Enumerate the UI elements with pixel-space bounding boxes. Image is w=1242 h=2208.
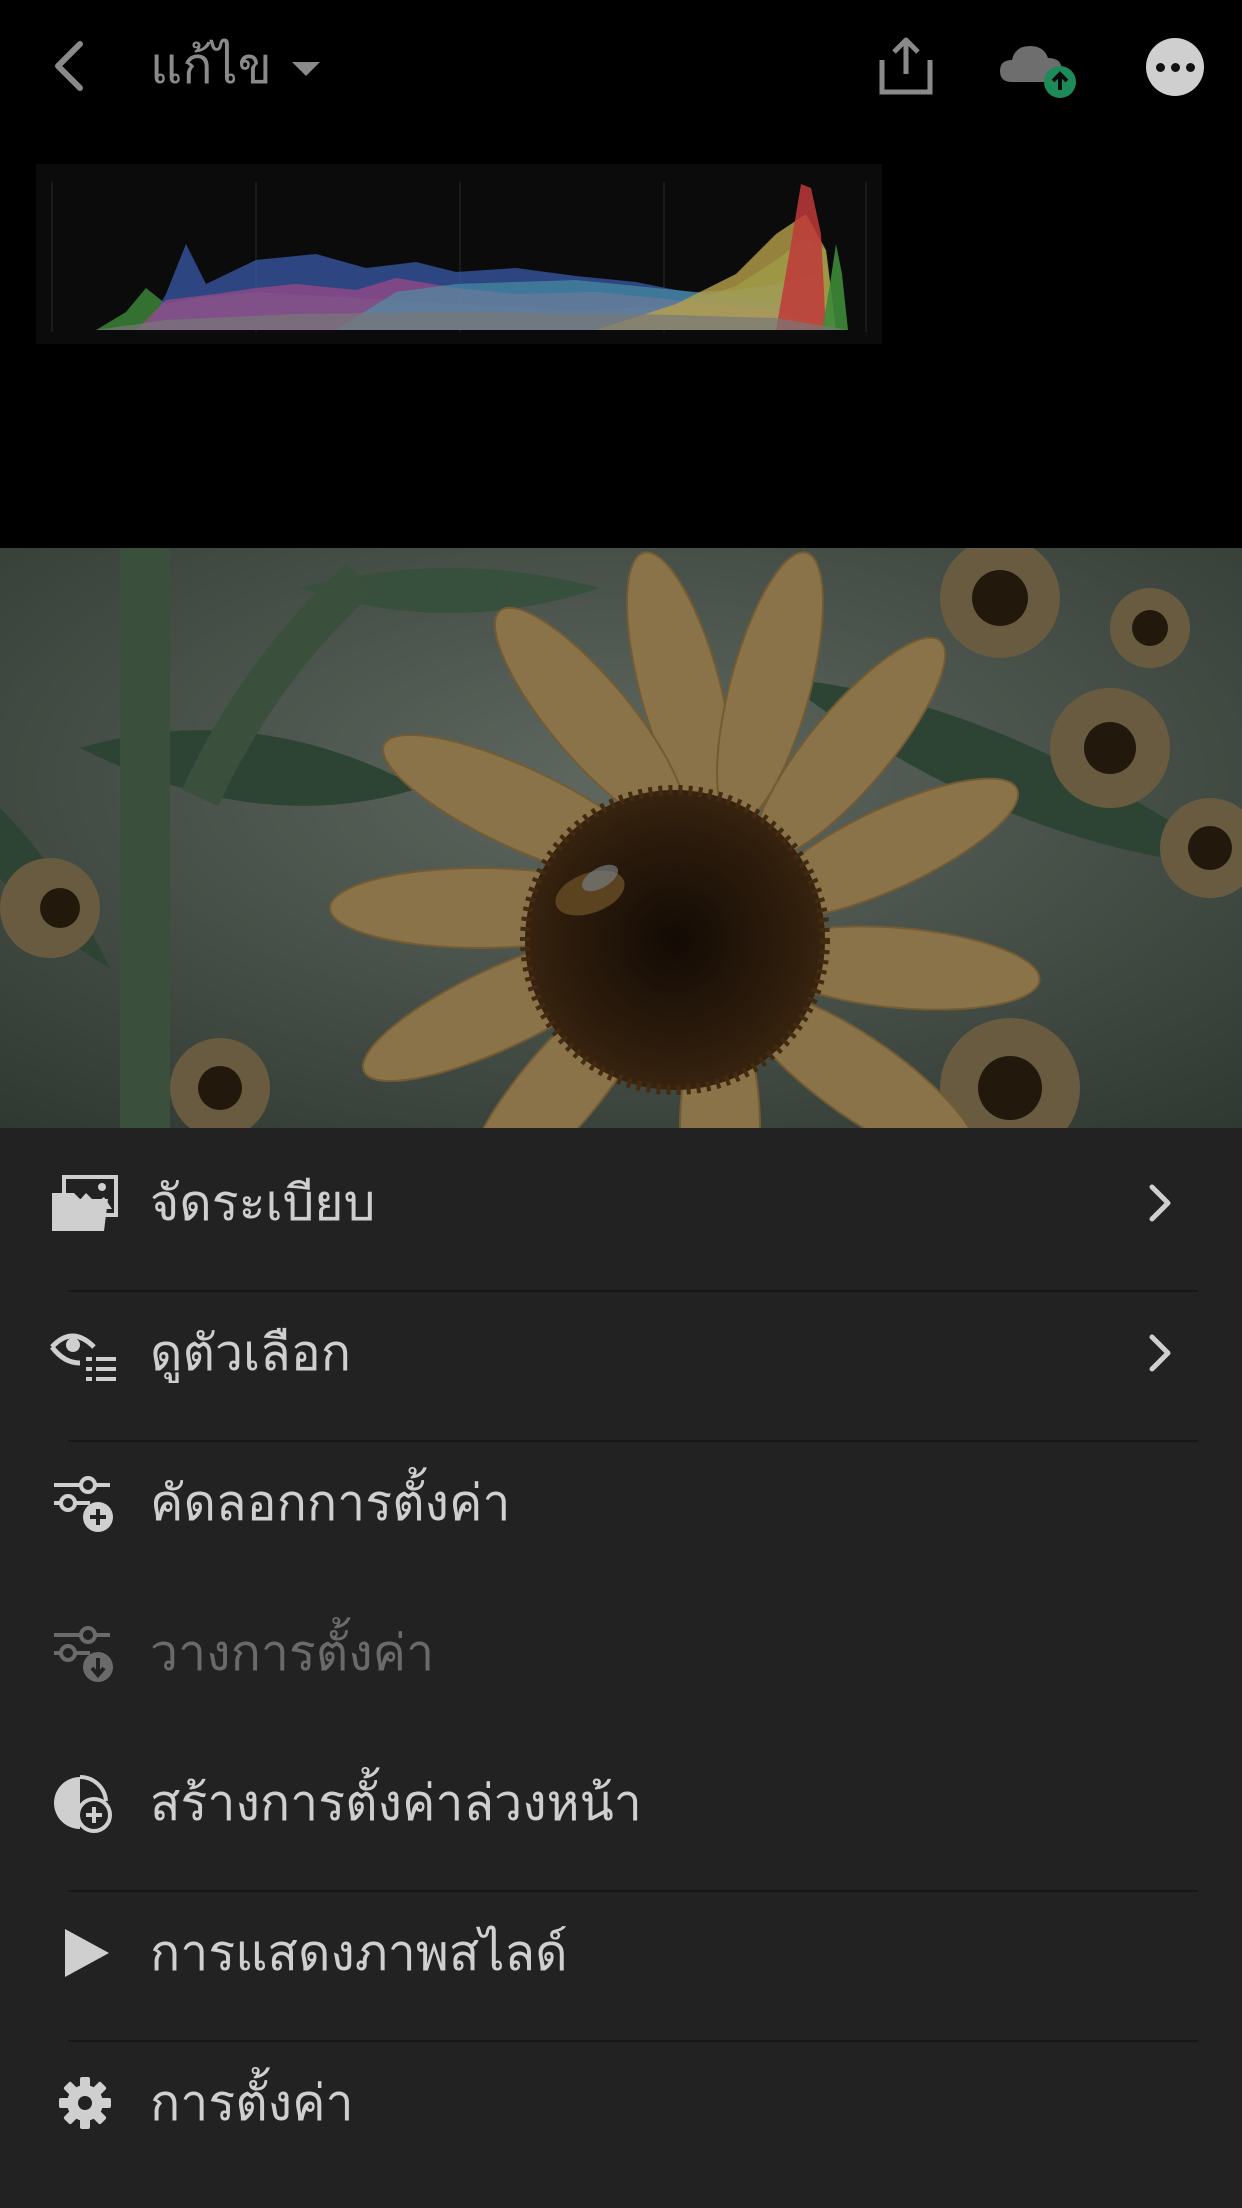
sunflower-photo: [0, 548, 1242, 1128]
chevron-right-icon: [1149, 1184, 1171, 1222]
share-icon: [879, 37, 933, 95]
menu-item-view-options[interactable]: ดูตัวเลือก: [0, 1278, 1242, 1428]
menu-item-label: ดูตัวเลือก: [150, 1323, 352, 1382]
top-bar: แก้ไข: [0, 0, 1242, 132]
chevron-right-icon: [1149, 1334, 1171, 1372]
caret-down-icon: [291, 62, 320, 76]
menu-item-organize[interactable]: จัดระเบียบ: [0, 1128, 1242, 1278]
menu-item-label: สร้างการตั้งค่าล่วงหน้า: [150, 1773, 642, 1832]
menu-item-copy-settings[interactable]: คัดลอกการตั้งค่า: [0, 1428, 1242, 1578]
menu-item-label: คัดลอกการตั้งค่า: [150, 1473, 511, 1532]
create-preset-icon: [50, 1768, 120, 1838]
more-button[interactable]: [1146, 38, 1204, 96]
cloud-upload-icon: [1000, 46, 1076, 98]
copy-settings-icon: [50, 1468, 120, 1538]
histogram-graph: [51, 182, 867, 332]
play-icon: [50, 1918, 120, 1988]
menu-item-slideshow[interactable]: การแสดงภาพสไลด์: [0, 1878, 1242, 2028]
more-icon: [1155, 62, 1165, 72]
photo-preview[interactable]: [0, 548, 1242, 1128]
organize-folder-icon: [50, 1168, 120, 1238]
menu-item-paste-settings[interactable]: วางการตั้งค่า: [0, 1578, 1242, 1728]
menu-item-label: การตั้งค่า: [150, 2073, 354, 2132]
chevron-left-icon: [55, 41, 83, 91]
edit-screen: แก้ไข จัดระเบียบ ดูตัวเลือก คัดลอกการตั้…: [0, 0, 1242, 2208]
gear-icon: [50, 2068, 120, 2138]
back-button[interactable]: [40, 30, 100, 102]
menu-sheet: จัดระเบียบ ดูตัวเลือก คัดลอกการตั้งค่า ว…: [0, 1128, 1242, 2208]
menu-item-label: วางการตั้งค่า: [150, 1623, 435, 1682]
menu-item-label: การแสดงภาพสไลด์: [150, 1923, 568, 1982]
menu-item-create-preset[interactable]: สร้างการตั้งค่าล่วงหน้า: [0, 1728, 1242, 1878]
cloud-sync-button[interactable]: [998, 38, 1082, 100]
menu-item-label: จัดระเบียบ: [150, 1173, 376, 1232]
share-button[interactable]: [876, 34, 936, 98]
view-options-icon: [50, 1318, 120, 1388]
histogram: [36, 164, 882, 344]
mode-selector[interactable]: แก้ไข: [150, 30, 320, 102]
page-title: แก้ไข: [150, 37, 272, 95]
menu-item-settings[interactable]: การตั้งค่า: [0, 2028, 1242, 2178]
paste-settings-icon: [50, 1618, 120, 1688]
